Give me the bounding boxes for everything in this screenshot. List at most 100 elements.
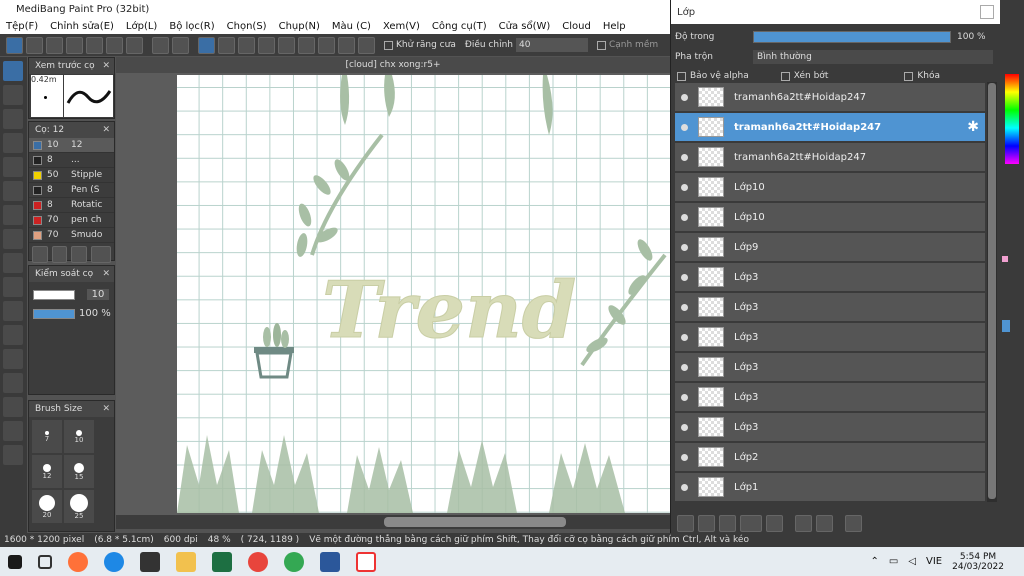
eraser-tool-icon[interactable]: [3, 85, 23, 105]
tray-chevron-icon[interactable]: ⌃: [870, 556, 878, 567]
snap-settings-icon[interactable]: [358, 36, 375, 54]
visibility-eye-icon[interactable]: [681, 93, 688, 101]
brush-size-option[interactable]: 7: [32, 420, 62, 453]
layer-row[interactable]: Lớp3: [675, 263, 985, 292]
menu-item[interactable]: Chỉnh sửa(E): [44, 21, 120, 32]
menu-item[interactable]: Chọn(S): [221, 21, 273, 32]
layer-row[interactable]: Lớp3: [675, 383, 985, 412]
brush-list-item[interactable]: 8 Rotatic: [29, 198, 114, 213]
color-swatch[interactable]: [1002, 256, 1008, 262]
layer-row[interactable]: Lớp3: [675, 413, 985, 442]
select-eraser-tool-icon[interactable]: [3, 349, 23, 369]
delete-layer-icon[interactable]: [845, 515, 862, 532]
add-brush-icon[interactable]: [51, 246, 68, 263]
brush-menu-icon[interactable]: [90, 246, 111, 263]
comment-icon[interactable]: [46, 36, 63, 54]
snap-radial-icon[interactable]: [278, 36, 295, 54]
menu-item[interactable]: Cửa sổ(W): [493, 21, 557, 32]
new-layer-icon[interactable]: [677, 515, 694, 532]
brush-settings-icon[interactable]: [32, 246, 48, 263]
visibility-eye-icon[interactable]: [681, 153, 688, 161]
copy-brush-icon[interactable]: [71, 246, 87, 263]
horizontal-scroll-thumb[interactable]: [384, 517, 566, 527]
brush-list-item[interactable]: 70 pen ch: [29, 213, 114, 228]
visibility-eye-icon[interactable]: [681, 333, 688, 341]
layer-row[interactable]: Lớp1: [675, 473, 985, 502]
visibility-eye-icon[interactable]: [681, 183, 688, 191]
chrome-icon[interactable]: [248, 551, 268, 572]
select-pen-tool-icon[interactable]: [3, 325, 23, 345]
snap-circle-icon[interactable]: [298, 36, 315, 54]
brush-list-item[interactable]: 70 Smudo: [29, 228, 114, 243]
brush-size-option[interactable]: 12: [32, 455, 62, 488]
snap-parallel-icon[interactable]: [218, 36, 235, 54]
store-icon[interactable]: [140, 551, 160, 572]
brush-list-item[interactable]: 50 Stipple: [29, 168, 114, 183]
text-tool-icon[interactable]: [3, 373, 23, 393]
upload-icon[interactable]: [26, 36, 43, 54]
layer-settings-gear-icon[interactable]: ✱: [967, 119, 979, 135]
visibility-eye-icon[interactable]: [681, 453, 688, 461]
menu-item[interactable]: Lớp(L): [120, 21, 163, 32]
grid-icon[interactable]: [126, 36, 143, 54]
alpha-protect-checkbox[interactable]: [677, 71, 686, 81]
edge-icon[interactable]: [104, 551, 124, 572]
add-layer-menu-icon[interactable]: [740, 515, 762, 532]
lock-checkbox[interactable]: [904, 71, 914, 81]
close-icon[interactable]: [980, 5, 994, 19]
canvas-paper[interactable]: Trend: [177, 75, 670, 513]
layer-row[interactable]: Lớp3: [675, 353, 985, 382]
layers-icon[interactable]: [86, 36, 103, 54]
antialias-checkbox[interactable]: [384, 40, 393, 50]
close-icon[interactable]: ✕: [102, 404, 114, 414]
brush-list-item[interactable]: 8...: [29, 153, 114, 168]
visibility-eye-icon[interactable]: [681, 243, 688, 251]
visibility-eye-icon[interactable]: [681, 483, 688, 491]
snap-off-icon[interactable]: [198, 36, 215, 54]
snap-grid-icon[interactable]: [238, 36, 255, 54]
menu-item[interactable]: Help: [597, 21, 632, 32]
bucket-tool-icon[interactable]: [3, 205, 23, 225]
clock[interactable]: 5:54 PM 24/03/2022: [952, 552, 1004, 572]
document-tab[interactable]: [cloud] chx xong:r5+: [116, 57, 670, 73]
divide-tool-icon[interactable]: [3, 397, 23, 417]
menu-item[interactable]: Xem(V): [377, 21, 426, 32]
layer-row[interactable]: Lớp2: [675, 443, 985, 472]
layer-row[interactable]: Lớp10: [675, 203, 985, 232]
visibility-eye-icon[interactable]: [681, 393, 688, 401]
redo-icon[interactable]: [172, 36, 189, 54]
color-swatch[interactable]: [1002, 320, 1010, 332]
brush-list-item[interactable]: 10 12: [29, 138, 114, 153]
layer-row[interactable]: tramanh6a2tt#Hoidap247 ✱: [675, 113, 985, 142]
windows-start-icon[interactable]: [8, 554, 22, 569]
menu-item[interactable]: Công cụ(T): [426, 21, 493, 32]
fill-tool-icon[interactable]: [3, 181, 23, 201]
visibility-eye-icon[interactable]: [681, 423, 688, 431]
layer-scroll-thumb[interactable]: [988, 83, 996, 499]
medibang-icon[interactable]: [356, 551, 376, 572]
pen-tool-icon[interactable]: [3, 133, 23, 153]
brush-opacity-slider[interactable]: [33, 308, 75, 319]
layer-row[interactable]: tramanh6a2tt#Hoidap247: [675, 83, 985, 112]
rectangle-tool-icon[interactable]: [3, 109, 23, 129]
visibility-eye-icon[interactable]: [681, 303, 688, 311]
menu-item[interactable]: Cloud: [556, 21, 597, 32]
layer-scrollbar[interactable]: [987, 82, 997, 502]
brush-list-item[interactable]: 8 Pen (S: [29, 183, 114, 198]
menu-item[interactable]: Chụp(N): [273, 21, 326, 32]
layer-opacity-slider[interactable]: [753, 31, 951, 43]
language-indicator[interactable]: VIE: [926, 556, 942, 567]
gradient-tool-icon[interactable]: [3, 229, 23, 249]
magic-wand-tool-icon[interactable]: [3, 301, 23, 321]
chrome-profile-icon[interactable]: [284, 551, 304, 572]
snap-ellipse-icon[interactable]: [338, 36, 355, 54]
word-icon[interactable]: [320, 551, 340, 572]
clipping-checkbox[interactable]: [780, 71, 790, 81]
volume-icon[interactable]: ◁: [908, 556, 916, 567]
merge-layer-icon[interactable]: [816, 515, 833, 532]
brush-size-option[interactable]: 15: [64, 455, 94, 488]
undo-icon[interactable]: [152, 36, 169, 54]
brush-size-option[interactable]: 20: [32, 490, 62, 523]
visibility-eye-icon[interactable]: [681, 273, 688, 281]
layer-row[interactable]: Lớp10: [675, 173, 985, 202]
